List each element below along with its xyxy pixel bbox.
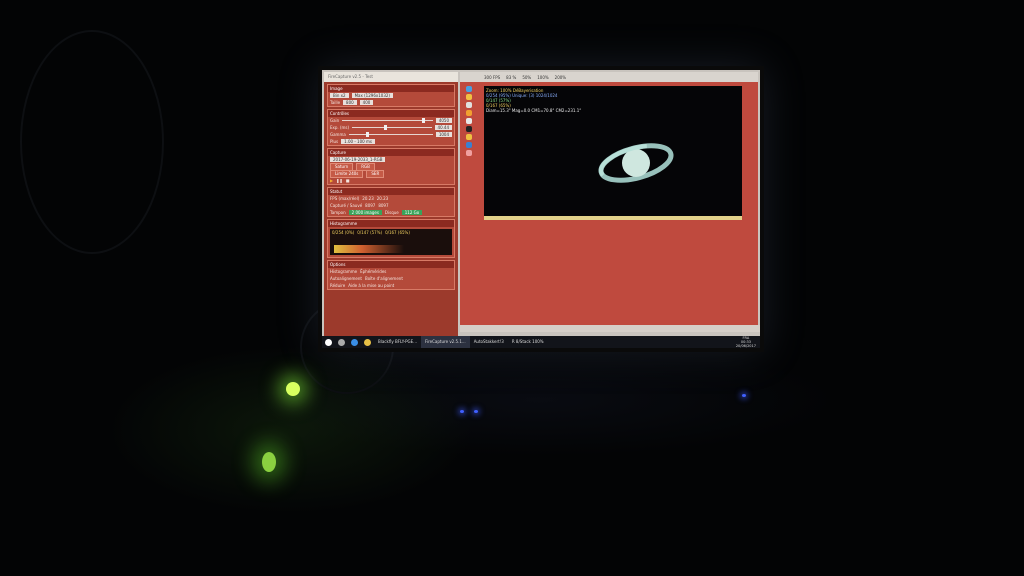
tool-icon[interactable] xyxy=(466,134,472,140)
tool-icon[interactable] xyxy=(466,94,472,100)
screen: FireCapture v2.5 - Test Image Bin x2 Max… xyxy=(322,70,760,348)
search-icon[interactable] xyxy=(338,338,345,346)
tool-column xyxy=(462,84,480,284)
progress-strip xyxy=(484,216,742,220)
histogram-plot: 0/254 (0%) 0/147 (57%) 0/167 (65%) xyxy=(330,229,452,255)
histogram-value: 0/147 (57%) xyxy=(357,230,383,235)
zoom-fit[interactable]: 83 % xyxy=(506,75,516,80)
task-camera[interactable]: Blackfly BFLY-PGE... xyxy=(374,336,421,348)
options-header: Options xyxy=(328,261,454,268)
exposure-range[interactable]: 1.00 - 100 ms xyxy=(341,139,375,144)
image-header: Image xyxy=(328,85,454,92)
tool-icon[interactable] xyxy=(466,150,472,156)
overlay-line: Diam=15.3" Mag=0.0 CM1=70.8° CM2=231.1° xyxy=(486,108,582,113)
captured-label: Capturé / Sauvé xyxy=(330,203,363,208)
status-section: Statut FPS (max/réel) 20.23 20.23 Capturé … xyxy=(327,187,455,217)
bin-button[interactable]: Bin x2 xyxy=(330,93,349,98)
exposure-slider[interactable] xyxy=(352,125,432,130)
exposure-label: Exp. (ms) xyxy=(330,125,350,130)
task-stack[interactable]: R 8/Stack 100% xyxy=(508,336,548,348)
tool-icon[interactable] xyxy=(466,126,472,132)
gain-slider[interactable] xyxy=(342,118,433,123)
gamma-value[interactable]: 1004 xyxy=(435,132,452,137)
exposure-value[interactable]: 40.44 xyxy=(434,125,452,130)
blue-led xyxy=(474,410,478,413)
histogram-bars xyxy=(334,245,404,253)
folder-icon[interactable] xyxy=(364,338,371,346)
window-statusbar xyxy=(460,325,760,332)
saved-count: 8097 xyxy=(378,203,389,208)
width-field[interactable]: 800 xyxy=(343,100,357,105)
fps-label: FPS (max/réel) xyxy=(330,196,360,201)
blue-led xyxy=(460,410,464,413)
zoom-50[interactable]: 50% xyxy=(522,75,531,80)
status-header: Statut xyxy=(328,188,454,195)
green-led xyxy=(286,382,300,396)
taskbar: Blackfly BFLY-PGE... FireCapture v2.5.1.… xyxy=(322,336,760,348)
tool-icon[interactable] xyxy=(466,86,472,92)
edge-icon[interactable] xyxy=(351,338,358,346)
disk-label: Disque xyxy=(384,210,399,215)
controls-section: Contrôles Gain 4050 Exp. (ms) 40.44 Gamma 1… xyxy=(327,109,455,146)
preview-overlay: Zoom: 100% DéBayerisation 0/254 (95%) Un… xyxy=(486,88,581,113)
captured-count: 8097 xyxy=(365,203,376,208)
disk-value: 112 Go xyxy=(401,210,423,215)
option-focus-help[interactable]: Aide à la mise au point xyxy=(348,283,394,288)
histogram-section: Histogramme 0/254 (0%) 0/147 (57%) 0/167 (… xyxy=(327,219,455,258)
tool-icon[interactable] xyxy=(466,142,472,148)
zoom-100[interactable]: 100% xyxy=(537,75,548,80)
clock-date: 20/06/2017 xyxy=(735,344,756,348)
panel-title: FireCapture v2.5 - Test xyxy=(324,72,458,82)
histogram-value: 0/254 (0%) xyxy=(332,230,355,235)
zoom-200[interactable]: 200% xyxy=(555,75,566,80)
limit-button[interactable]: Limite 240s xyxy=(330,169,364,178)
task-autostakkert[interactable]: AutoStakkert!3 xyxy=(470,336,508,348)
format-button[interactable]: SER xyxy=(366,169,385,178)
height-field[interactable]: 400 xyxy=(359,100,374,105)
option-autoalign[interactable]: Autoalignement xyxy=(330,276,362,281)
gain-label: Gain xyxy=(330,118,340,123)
histogram-value: 0/167 (65%) xyxy=(385,230,410,235)
option-ephemerides[interactable]: Éphémérides xyxy=(360,269,386,274)
preview-window: 300 FPS 83 % 50% 100% 200% Zoom: 100% Dé… xyxy=(460,72,760,332)
stop-icon[interactable]: ■ xyxy=(346,178,350,183)
tool-icon[interactable] xyxy=(466,118,472,124)
buffer-value: 2 000 images xyxy=(348,210,382,215)
option-reduce[interactable]: Réduire xyxy=(330,283,345,288)
capture-section: Capture 2017-06-19-2033_1-RGB Saturn RGB … xyxy=(327,148,455,185)
tool-icon[interactable] xyxy=(466,110,472,116)
capture-control-panel: FireCapture v2.5 - Test Image Bin x2 Max… xyxy=(324,72,458,338)
gamma-label: Gamma xyxy=(330,132,346,137)
start-icon[interactable] xyxy=(325,338,332,346)
controls-header: Contrôles xyxy=(328,110,454,117)
tool-icon[interactable] xyxy=(466,102,472,108)
options-section: Options Histogramme Éphémérides Autoalign… xyxy=(327,260,455,290)
buffer-label: Tampon xyxy=(330,210,346,215)
fps-readout: 300 FPS xyxy=(484,74,501,80)
fps-value-real: 20.23 xyxy=(376,196,389,201)
system-clock[interactable]: FRA 00:33 20/06/2017 xyxy=(736,336,760,348)
blue-led xyxy=(742,394,746,397)
saturn-image xyxy=(598,143,674,183)
camera-preview: Zoom: 100% DéBayerisation 0/254 (95%) Un… xyxy=(484,86,742,216)
filename-field[interactable]: 2017-06-19-2033_1-RGB xyxy=(330,157,386,162)
size-label: Taille xyxy=(330,100,341,105)
option-alignbox[interactable]: Boîte d'alignement xyxy=(365,276,403,281)
play-icon[interactable]: ▶ xyxy=(330,178,333,183)
histogram-header: Histogramme xyxy=(328,220,454,227)
gamma-slider[interactable] xyxy=(348,132,433,137)
option-histogram[interactable]: Histogramme xyxy=(330,269,357,274)
max-button[interactable]: Max (1296x1032) xyxy=(351,93,393,98)
image-section: Image Bin x2 Max (1296x1032) Taille 800 … xyxy=(327,84,455,107)
task-firecapture[interactable]: FireCapture v2.5.1... xyxy=(421,336,470,348)
preview-toolbar: 300 FPS 83 % 50% 100% 200% xyxy=(460,72,758,82)
monitor: FireCapture v2.5 - Test Image Bin x2 Max… xyxy=(318,66,764,352)
gain-value[interactable]: 4050 xyxy=(435,118,452,123)
pause-icon[interactable]: ❚❚ xyxy=(336,178,343,183)
fps-value: 20.23 xyxy=(362,196,374,201)
plus-toggle[interactable]: Plus xyxy=(330,139,338,144)
capture-header: Capture xyxy=(328,149,454,156)
cable xyxy=(20,30,164,254)
green-led xyxy=(262,452,276,472)
